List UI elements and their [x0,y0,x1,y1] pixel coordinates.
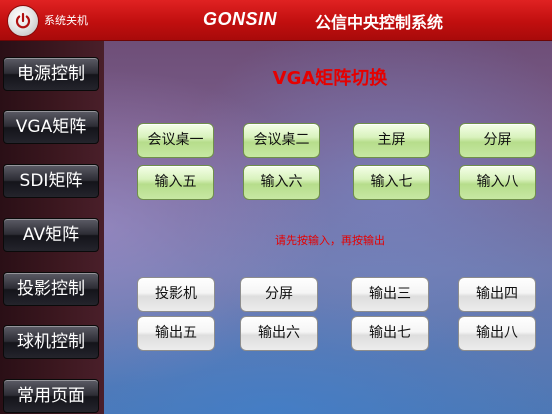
input-button-1[interactable]: 会议桌一 [137,123,214,158]
sidebar-item-power-control[interactable]: 电源控制 [3,57,99,91]
output-button-8[interactable]: 输出八 [458,316,536,351]
input-button-3[interactable]: 主屏 [353,123,430,158]
header-bar: 系统关机 GONSIN 公信中央控制系统 [0,0,552,41]
sidebar: 电源控制 VGA矩阵 SDI矩阵 AV矩阵 投影控制 球机控制 常用页面 [0,41,104,414]
output-button-7[interactable]: 输出七 [351,316,429,351]
page-title: VGA矩阵切换 [272,68,388,89]
output-button-1[interactable]: 投影机 [137,277,215,312]
output-button-6[interactable]: 输出六 [240,316,318,351]
input-button-4[interactable]: 分屏 [459,123,536,158]
input-button-2[interactable]: 会议桌二 [243,123,320,158]
output-button-4[interactable]: 输出四 [458,277,536,312]
sidebar-item-camera-control[interactable]: 球机控制 [3,325,99,359]
instruction-text: 请先按输入，再按输出 [275,234,385,247]
output-button-2[interactable]: 分屏 [240,277,318,312]
input-button-5[interactable]: 输入五 [137,165,214,200]
power-icon [15,12,31,29]
shutdown-label: 系统关机 [44,14,88,27]
sidebar-item-vga-matrix[interactable]: VGA矩阵 [3,110,99,144]
sidebar-item-sdi-matrix[interactable]: SDI矩阵 [3,164,99,198]
sidebar-item-common-pages[interactable]: 常用页面 [3,379,99,413]
output-button-3[interactable]: 输出三 [351,277,429,312]
sidebar-item-av-matrix[interactable]: AV矩阵 [3,218,99,252]
input-button-7[interactable]: 输入七 [353,165,430,200]
output-button-5[interactable]: 输出五 [137,316,215,351]
input-button-8[interactable]: 输入八 [459,165,536,200]
shutdown-button[interactable] [7,5,39,37]
brand-logo: GONSIN [203,9,278,29]
system-title: 公信中央控制系统 [315,13,444,32]
input-button-6[interactable]: 输入六 [243,165,320,200]
sidebar-item-projector-control[interactable]: 投影控制 [3,272,99,306]
